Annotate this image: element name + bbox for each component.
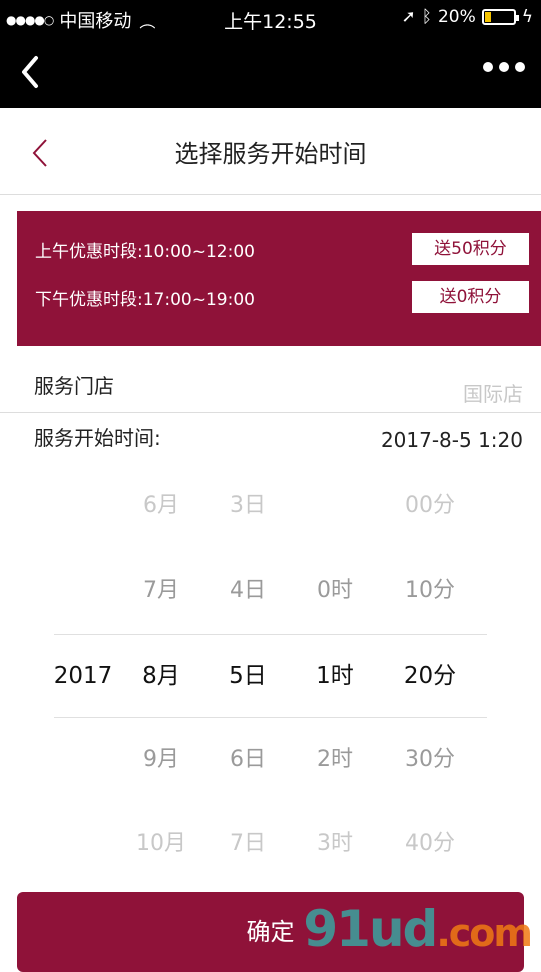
morning-promo-text: 上午优惠时段:10:00~12:00 xyxy=(35,242,255,262)
promo-banner: 上午优惠时段:10:00~12:00 送50积分 下午优惠时段:17:00~19… xyxy=(17,211,541,346)
store-label: 服务门店 xyxy=(34,374,114,398)
location-arrow-icon: ➚ xyxy=(401,7,416,27)
picker-item-minute[interactable]: 30分 xyxy=(380,740,480,780)
picker-item-hour[interactable]: 2时 xyxy=(285,740,385,780)
store-row[interactable]: 服务门店 国际店 xyxy=(0,352,541,413)
picker-item-month[interactable]: 6月 xyxy=(111,486,211,526)
afternoon-promo-text: 下午优惠时段:17:00~19:00 xyxy=(35,290,255,310)
battery-percent: 20% xyxy=(437,7,476,27)
store-value: 国际店 xyxy=(463,382,523,406)
watermark-logo: 91ud.com xyxy=(303,900,533,958)
afternoon-points-badge: 送0积分 xyxy=(412,281,529,313)
picker-item-month[interactable]: 8月 xyxy=(111,656,211,696)
picker-item-month[interactable]: 7月 xyxy=(111,571,211,611)
picker-selection-bottom-line xyxy=(54,717,487,718)
morning-points-badge: 送50积分 xyxy=(412,233,529,265)
picker-item-hour[interactable]: 1时 xyxy=(285,656,385,696)
picker-item-hour[interactable]: 3时 xyxy=(285,824,385,864)
page-header: 选择服务开始时间 xyxy=(0,108,541,195)
picker-item-hour[interactable]: 0时 xyxy=(285,571,385,611)
picker-item-day[interactable]: 6日 xyxy=(198,740,298,780)
picker-item-day[interactable]: 5日 xyxy=(198,656,298,696)
picker-selection-top-line xyxy=(54,634,487,635)
picker-item-day[interactable]: 4日 xyxy=(198,571,298,611)
page-title: 选择服务开始时间 xyxy=(174,140,367,168)
watermark-main: 91ud xyxy=(303,900,438,958)
start-time-row: 服务开始时间: 2017-8-5 1:20 xyxy=(0,412,541,472)
back-arrow-icon[interactable] xyxy=(14,52,50,92)
picker-item-day[interactable]: 7日 xyxy=(198,824,298,864)
picker-item-day[interactable]: 3日 xyxy=(198,486,298,526)
picker-item-month[interactable]: 9月 xyxy=(111,740,211,780)
status-right: ➚ ᛒ 20% ϟ xyxy=(402,7,533,27)
picker-item-month[interactable]: 10月 xyxy=(111,824,211,864)
start-time-label: 服务开始时间: xyxy=(34,426,161,450)
picker-item-minute[interactable]: 20分 xyxy=(380,656,480,696)
more-options-icon[interactable] xyxy=(483,62,525,72)
datetime-picker[interactable]: 2017 6月 7月 8月 9月 10月 3日 4日 5日 6日 7日 0时 1… xyxy=(0,472,541,882)
watermark-suffix: .com xyxy=(436,911,533,955)
status-bar: ●●●●○ 中国移动 ︵ 上午12:55 ➚ ᛒ 20% ϟ xyxy=(0,0,541,36)
picker-item-minute[interactable]: 00分 xyxy=(380,486,480,526)
bluetooth-icon: ᛒ xyxy=(421,7,432,27)
picker-item-minute[interactable]: 40分 xyxy=(380,824,480,864)
battery-icon xyxy=(481,9,519,25)
picker-item-minute[interactable]: 10分 xyxy=(380,571,480,611)
app-navbar xyxy=(0,36,541,108)
start-time-value: 2017-8-5 1:20 xyxy=(380,428,523,452)
charging-icon: ϟ xyxy=(521,7,533,27)
